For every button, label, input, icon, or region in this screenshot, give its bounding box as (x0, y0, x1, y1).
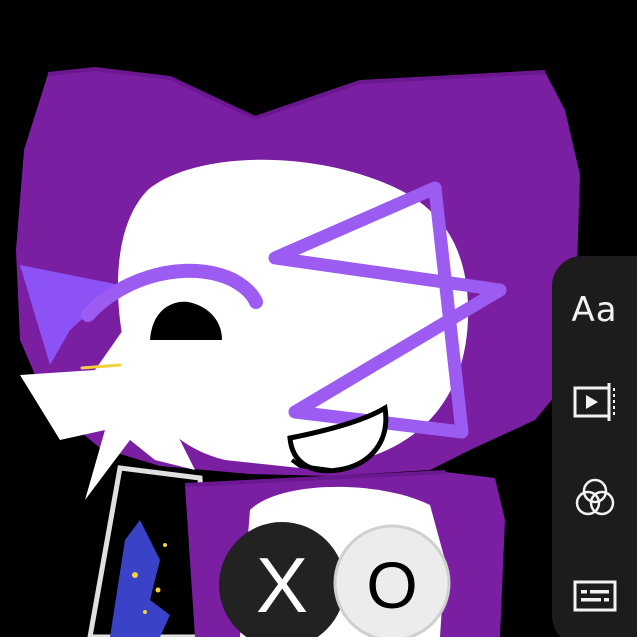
o-button[interactable]: O (333, 524, 451, 637)
text-tool-button[interactable]: Aa (552, 278, 637, 342)
filters-button[interactable] (552, 466, 637, 530)
text-aa-icon: Aa (571, 290, 618, 330)
video-trim-icon (573, 383, 615, 421)
video-trim-button[interactable] (552, 370, 637, 434)
editor-side-toolbar: Aa (552, 256, 637, 637)
captions-button[interactable] (552, 564, 637, 628)
media-editor-canvas: X O Aa (0, 0, 637, 637)
captions-icon (573, 580, 616, 612)
o-button-symbol: O (366, 548, 417, 622)
x-button-symbol: X (256, 541, 308, 629)
filters-circles-icon (575, 478, 614, 516)
x-button[interactable]: X (219, 522, 345, 637)
